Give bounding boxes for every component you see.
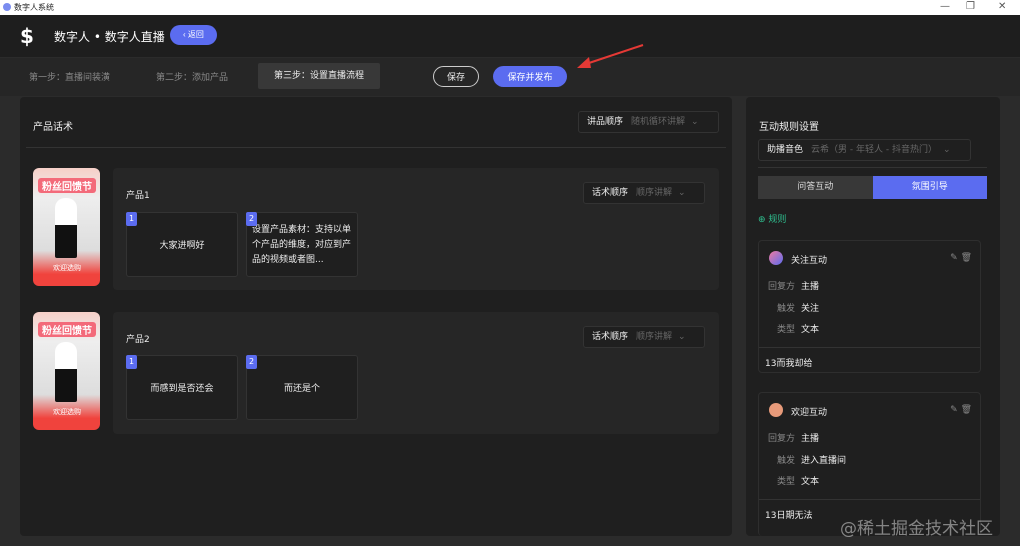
product-script-panel: 产品话术 讲品顺序 随机循环讲解 ⌄ 粉丝回馈节 欢迎选购 产品1 话术顺序 顺序讲解… (20, 97, 732, 536)
voice-select[interactable]: 助播音色 云希（男 - 年轻人 - 抖音热门） ⌄ (758, 139, 971, 161)
edit-icon[interactable]: ✎ (950, 253, 958, 263)
rule-field: 类型 文本 (765, 474, 819, 487)
chevron-down-icon: ⌄ (678, 332, 686, 342)
delete-icon[interactable]: 🗑 (961, 405, 972, 415)
save-button[interactable]: 保存 (433, 66, 479, 87)
field-key: 触发 (776, 304, 795, 314)
section-title: 互动规则设置 (759, 122, 819, 133)
script-card[interactable]: 而还是个 2 (246, 355, 358, 420)
rule-name: 关注互动 (791, 256, 828, 266)
step-2[interactable]: 第二步：添加产品 (156, 70, 228, 83)
arrow-annotation-icon (577, 44, 644, 68)
thumb-banner: 粉丝回馈节 (38, 322, 96, 337)
logo-icon: $ (20, 24, 34, 48)
tab-qa[interactable]: 问答互动 (758, 176, 873, 199)
rule-field: 触发 关注 (765, 301, 819, 314)
select-label: 话术顺序 (592, 188, 629, 198)
script-text: 而感到是否还会 (150, 384, 214, 394)
product-name: 产品2 (126, 335, 150, 345)
steps-bar: 第一步：直播间装潢 第二步：添加产品 第三步：设置直播流程 保存 保存并发布 (0, 44, 1020, 96)
thumb-banner: 粉丝回馈节 (38, 178, 96, 193)
thumb-footer: 欢迎选购 (53, 264, 81, 272)
window-title: 数字人系统 (14, 3, 54, 12)
field-key: 类型 (776, 325, 795, 335)
product-row: 产品1 话术顺序 顺序讲解 ⌄ 大家进啊好 1 设置产品素材：支持以单个产品的维度，… (113, 168, 719, 290)
clap-icon (769, 403, 783, 417)
script-number: 2 (246, 355, 257, 369)
field-key: 触发 (776, 456, 795, 466)
delete-icon[interactable]: 🗑 (961, 253, 972, 263)
add-rule-button[interactable]: ⊕ 规则 (758, 212, 786, 225)
presenter-image (55, 198, 77, 258)
watermark: @稀土掘金技术社区 (840, 519, 993, 539)
field-key: 回复方 (767, 434, 795, 444)
tab-atmosphere[interactable]: 氛围引导 (872, 176, 987, 199)
rule-name: 欢迎互动 (791, 408, 828, 418)
field-value: 文本 (801, 477, 820, 487)
back-button[interactable]: ‹ 返回 (170, 25, 217, 45)
maximize-button[interactable]: ❐ (966, 1, 975, 12)
minimize-button[interactable]: — (940, 1, 950, 12)
rocket-icon (769, 251, 783, 265)
field-value: 关注 (801, 304, 820, 314)
product-thumbnail[interactable]: 粉丝回馈节 欢迎选购 (33, 168, 100, 286)
field-value: 文本 (801, 325, 820, 335)
field-value: 主播 (801, 434, 820, 444)
script-order-select[interactable]: 话术顺序 顺序讲解 ⌄ (583, 326, 705, 348)
script-card[interactable]: 大家进啊好 1 (126, 212, 238, 277)
script-text: 大家进啊好 (159, 241, 205, 251)
field-value: 主播 (801, 282, 820, 292)
script-card[interactable]: 而感到是否还会 1 (126, 355, 238, 420)
script-text: 设置产品素材：支持以单个产品的维度，对应到产品的视频或者图... (252, 225, 352, 265)
chevron-down-icon: ⌄ (678, 188, 686, 198)
script-text: 而还是个 (283, 384, 320, 394)
script-number: 2 (246, 212, 257, 226)
product-order-select[interactable]: 讲品顺序 随机循环讲解 ⌄ (578, 111, 719, 133)
product-thumbnail[interactable]: 粉丝回馈节 欢迎选购 (33, 312, 100, 430)
select-value: 顺序讲解 (636, 188, 673, 198)
plus-circle-icon: ⊕ (758, 215, 766, 225)
rule-field: 回复方 主播 (765, 431, 819, 444)
rule-field: 类型 文本 (765, 322, 819, 335)
divider (26, 147, 726, 148)
save-publish-button[interactable]: 保存并发布 (493, 66, 567, 87)
close-button[interactable]: ✕ (998, 1, 1006, 12)
step-1[interactable]: 第一步：直播间装潢 (29, 70, 110, 83)
script-card[interactable]: 设置产品素材：支持以单个产品的维度，对应到产品的视频或者图... 2 (246, 212, 358, 277)
select-value: 云希（男 - 年轻人 - 抖音热门） (811, 145, 937, 155)
rule-content: 13而我却给 (759, 347, 980, 377)
chevron-down-icon: ⌄ (942, 145, 951, 155)
presenter-image (55, 342, 77, 402)
product-name: 产品1 (126, 191, 150, 201)
rule-card: 关注互动 ✎ 🗑 回复方 主播 触发 关注 类型 文本 13而我却给 (758, 240, 981, 373)
select-value: 随机循环讲解 (631, 117, 686, 127)
section-title: 产品话术 (33, 122, 73, 133)
field-value: 进入直播间 (801, 456, 847, 466)
select-label: 话术顺序 (592, 332, 629, 342)
rule-tabs: 问答互动 氛围引导 (758, 176, 987, 199)
thumb-footer: 欢迎选购 (53, 408, 81, 416)
product-row: 产品2 话术顺序 顺序讲解 ⌄ 而感到是否还会 1 而还是个 2 (113, 312, 719, 434)
field-key: 类型 (776, 477, 795, 487)
script-order-select[interactable]: 话术顺序 顺序讲解 ⌄ (583, 182, 705, 204)
divider (758, 167, 987, 168)
step-3[interactable]: 第三步：设置直播流程 (258, 63, 381, 89)
window-titlebar: 数字人系统 — ❐ ✕ (0, 0, 1020, 15)
chevron-down-icon: ⌄ (691, 117, 699, 127)
page-title: 数字人 • 数字人直播 (54, 30, 165, 44)
interaction-rules-panel: 互动规则设置 助播音色 云希（男 - 年轻人 - 抖音热门） ⌄ 问答互动 氛围引导… (746, 97, 1000, 536)
select-value: 顺序讲解 (636, 332, 673, 342)
edit-icon[interactable]: ✎ (950, 405, 958, 415)
script-number: 1 (126, 212, 137, 226)
field-key: 回复方 (767, 282, 795, 292)
select-label: 讲品顺序 (587, 117, 624, 127)
app-header: $ 数字人 • 数字人直播 ‹ 返回 (0, 15, 1020, 57)
app-icon (3, 3, 11, 11)
rule-field: 回复方 主播 (765, 279, 819, 292)
select-label: 助播音色 (767, 145, 804, 155)
add-rule-label: 规则 (768, 215, 787, 225)
rule-field: 触发 进入直播间 (765, 453, 846, 466)
script-number: 1 (126, 355, 137, 369)
